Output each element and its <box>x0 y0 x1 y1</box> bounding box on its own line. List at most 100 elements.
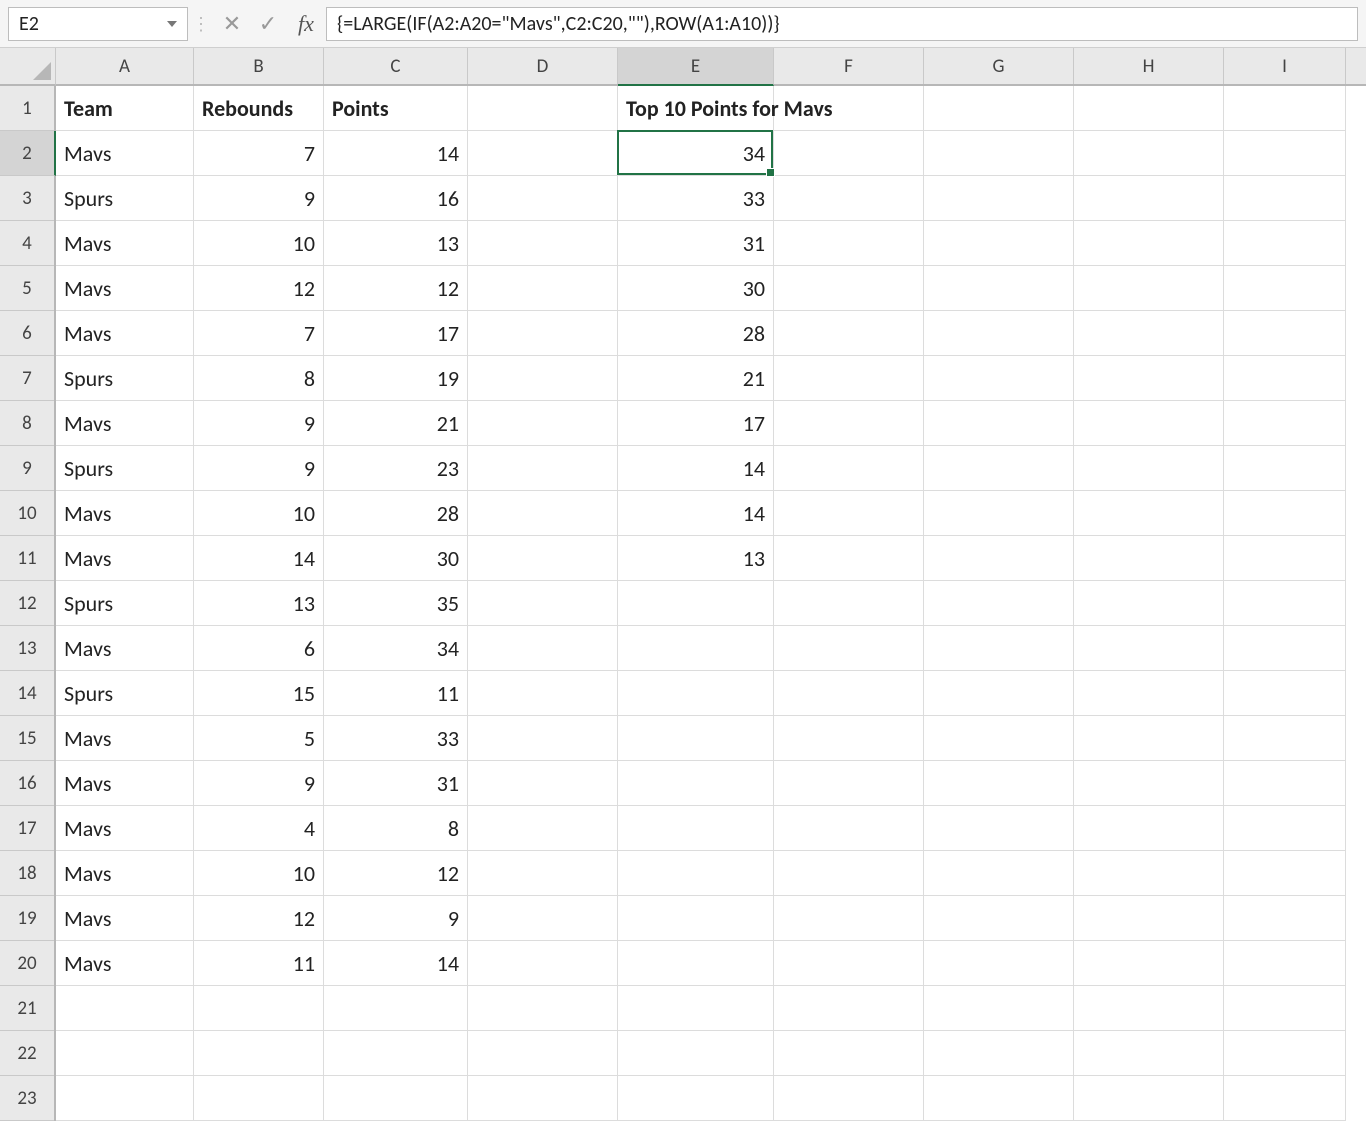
row-header[interactable]: 3 <box>0 176 54 221</box>
enter-icon[interactable]: ✓ <box>250 7 286 41</box>
cell[interactable] <box>924 536 1074 581</box>
cell[interactable] <box>324 1076 468 1121</box>
row-header[interactable]: 8 <box>0 401 54 446</box>
cell[interactable] <box>924 221 1074 266</box>
row-header[interactable]: 7 <box>0 356 54 401</box>
cell[interactable]: 13 <box>194 581 324 626</box>
cell[interactable] <box>468 716 618 761</box>
cell[interactable] <box>468 626 618 671</box>
cell[interactable]: Mavs <box>56 851 194 896</box>
cell[interactable] <box>468 1031 618 1076</box>
cell[interactable] <box>774 671 924 716</box>
cell[interactable] <box>774 311 924 356</box>
cell[interactable] <box>1224 581 1346 626</box>
column-header[interactable]: F <box>774 48 924 84</box>
cell[interactable] <box>774 851 924 896</box>
cell[interactable] <box>924 716 1074 761</box>
cell[interactable] <box>774 581 924 626</box>
cell[interactable] <box>1224 1076 1346 1121</box>
cell[interactable] <box>468 221 618 266</box>
cell[interactable] <box>324 986 468 1031</box>
cell[interactable] <box>1074 266 1224 311</box>
cell[interactable] <box>1224 1031 1346 1076</box>
cell[interactable]: 13 <box>618 536 774 581</box>
formula-input[interactable]: {=LARGE(IF(A2:A20="Mavs",C2:C20,""),ROW(… <box>326 7 1358 41</box>
row-header[interactable]: 15 <box>0 716 54 761</box>
cell[interactable] <box>1224 266 1346 311</box>
cell[interactable] <box>618 716 774 761</box>
cell[interactable]: 14 <box>194 536 324 581</box>
cell[interactable] <box>1074 401 1224 446</box>
cell[interactable] <box>1224 131 1346 176</box>
column-header[interactable]: D <box>468 48 618 84</box>
cell[interactable] <box>1224 761 1346 806</box>
row-header[interactable]: 16 <box>0 761 54 806</box>
name-box[interactable]: E2 <box>8 7 188 41</box>
cell[interactable] <box>1074 176 1224 221</box>
cell[interactable] <box>1074 131 1224 176</box>
cancel-icon[interactable]: ✕ <box>214 7 250 41</box>
cell[interactable]: 34 <box>324 626 468 671</box>
cell[interactable] <box>1224 716 1346 761</box>
cell[interactable] <box>56 1076 194 1121</box>
cell[interactable] <box>1074 1076 1224 1121</box>
fx-icon[interactable]: fx <box>286 11 326 37</box>
cell[interactable]: 28 <box>324 491 468 536</box>
cell[interactable]: Mavs <box>56 131 194 176</box>
column-header[interactable]: A <box>56 48 194 84</box>
cell[interactable] <box>924 1031 1074 1076</box>
cell[interactable] <box>1224 986 1346 1031</box>
cell[interactable] <box>194 986 324 1031</box>
cell[interactable] <box>1074 671 1224 716</box>
cell[interactable] <box>56 1031 194 1076</box>
cell[interactable] <box>924 266 1074 311</box>
cell[interactable] <box>774 626 924 671</box>
cell[interactable]: 33 <box>618 176 774 221</box>
cell[interactable]: 8 <box>194 356 324 401</box>
cell[interactable] <box>924 311 1074 356</box>
cell[interactable]: 35 <box>324 581 468 626</box>
cell[interactable] <box>618 896 774 941</box>
cell[interactable] <box>618 671 774 716</box>
cell[interactable]: 31 <box>324 761 468 806</box>
cell[interactable] <box>468 941 618 986</box>
cell[interactable] <box>468 311 618 356</box>
cell[interactable] <box>56 986 194 1031</box>
cell[interactable]: Mavs <box>56 806 194 851</box>
cell[interactable]: 19 <box>324 356 468 401</box>
column-header[interactable]: C <box>324 48 468 84</box>
cell[interactable] <box>1224 941 1346 986</box>
cell[interactable]: Spurs <box>56 581 194 626</box>
cell[interactable] <box>924 356 1074 401</box>
cell[interactable]: 31 <box>618 221 774 266</box>
cell[interactable]: 10 <box>194 491 324 536</box>
cell[interactable] <box>1224 536 1346 581</box>
cell[interactable] <box>1074 986 1224 1031</box>
cell[interactable] <box>1224 671 1346 716</box>
cell[interactable]: 17 <box>618 401 774 446</box>
cell[interactable]: 9 <box>194 401 324 446</box>
cell[interactable] <box>924 86 1074 131</box>
row-header[interactable]: 12 <box>0 581 54 626</box>
row-header[interactable]: 5 <box>0 266 54 311</box>
cell[interactable] <box>618 806 774 851</box>
cell[interactable] <box>774 86 924 131</box>
cell[interactable] <box>1224 446 1346 491</box>
cell[interactable] <box>468 86 618 131</box>
cells[interactable]: TeamReboundsPointsTop 10 Points for Mavs… <box>56 86 1366 1121</box>
cell[interactable] <box>468 176 618 221</box>
cell[interactable] <box>618 986 774 1031</box>
cell[interactable] <box>618 1076 774 1121</box>
cell[interactable] <box>1224 221 1346 266</box>
cell[interactable] <box>618 626 774 671</box>
cell[interactable] <box>468 266 618 311</box>
cell[interactable] <box>468 851 618 896</box>
row-header[interactable]: 23 <box>0 1076 54 1121</box>
cell[interactable] <box>468 581 618 626</box>
row-header[interactable]: 18 <box>0 851 54 896</box>
cell[interactable]: Mavs <box>56 626 194 671</box>
cell[interactable] <box>194 1076 324 1121</box>
cell[interactable] <box>1074 446 1224 491</box>
cell[interactable]: 12 <box>194 266 324 311</box>
cell[interactable] <box>1074 1031 1224 1076</box>
